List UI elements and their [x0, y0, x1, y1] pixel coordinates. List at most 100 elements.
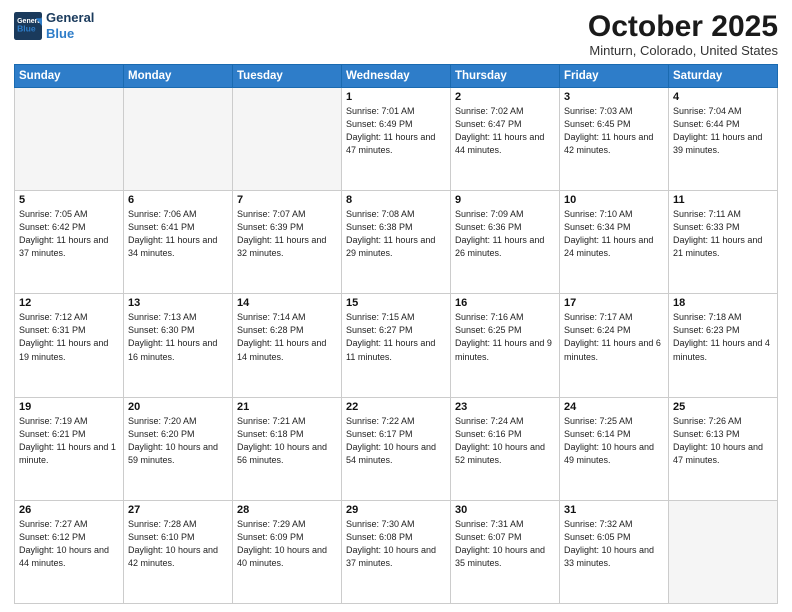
day-info: Sunrise: 7:31 AMSunset: 6:07 PMDaylight:… — [455, 518, 555, 570]
day-info: Sunrise: 7:27 AMSunset: 6:12 PMDaylight:… — [19, 518, 119, 570]
logo-line1: General — [46, 10, 94, 25]
calendar-week-row: 19Sunrise: 7:19 AMSunset: 6:21 PMDayligh… — [15, 397, 778, 500]
calendar-cell: 2 Sunrise: 7:02 AMSunset: 6:47 PMDaylight… — [451, 88, 560, 191]
header-row: SundayMondayTuesdayWednesdayThursdayFrid… — [15, 65, 778, 88]
calendar-cell: 15 Sunrise: 7:15 AMSunset: 6:27 PMDayligh… — [342, 294, 451, 397]
calendar-cell: 31 Sunrise: 7:32 AMSunset: 6:05 PMDayligh… — [560, 500, 669, 603]
calendar-cell: 20 Sunrise: 7:20 AMSunset: 6:20 PMDayligh… — [124, 397, 233, 500]
weekday-header: Sunday — [15, 65, 124, 88]
day-number: 17 — [564, 297, 664, 309]
day-info: Sunrise: 7:03 AMSunset: 6:45 PMDaylight:… — [564, 105, 664, 157]
calendar-cell: 17 Sunrise: 7:17 AMSunset: 6:24 PMDayligh… — [560, 294, 669, 397]
day-info: Sunrise: 7:15 AMSunset: 6:27 PMDaylight:… — [346, 311, 446, 363]
calendar-week-row: 26Sunrise: 7:27 AMSunset: 6:12 PMDayligh… — [15, 500, 778, 603]
calendar-cell: 28Sunrise: 7:29 AMSunset: 6:09 PMDayligh… — [233, 500, 342, 603]
day-info: Sunrise: 7:22 AMSunset: 6:17 PMDaylight:… — [346, 415, 446, 467]
day-number: 4 — [673, 91, 773, 103]
day-info: Sunrise: 7:06 AMSunset: 6:41 PMDaylight:… — [128, 208, 228, 260]
day-info: Sunrise: 7:01 AMSunset: 6:49 PMDaylight:… — [346, 105, 446, 157]
weekday-header: Friday — [560, 65, 669, 88]
calendar-cell: 29 Sunrise: 7:30 AMSunset: 6:08 PMDayligh… — [342, 500, 451, 603]
day-number: 27 — [128, 504, 228, 516]
calendar-cell: 23 Sunrise: 7:24 AMSunset: 6:16 PMDayligh… — [451, 397, 560, 500]
calendar-cell: 9Sunrise: 7:09 AMSunset: 6:36 PMDaylight… — [451, 191, 560, 294]
day-info: Sunrise: 7:21 AMSunset: 6:18 PMDaylight:… — [237, 415, 337, 467]
day-info: Sunrise: 7:18 AMSunset: 6:23 PMDaylight:… — [673, 311, 773, 363]
calendar-cell: 16Sunrise: 7:16 AMSunset: 6:25 PMDayligh… — [451, 294, 560, 397]
calendar-cell: 7Sunrise: 7:07 AMSunset: 6:39 PMDaylight… — [233, 191, 342, 294]
calendar-week-row: 12 Sunrise: 7:12 AMSunset: 6:31 PMDayligh… — [15, 294, 778, 397]
calendar-cell — [233, 88, 342, 191]
calendar-cell: 12 Sunrise: 7:12 AMSunset: 6:31 PMDayligh… — [15, 294, 124, 397]
day-number: 11 — [673, 194, 773, 206]
logo-text: General Blue — [46, 10, 94, 41]
day-info: Sunrise: 7:24 AMSunset: 6:16 PMDaylight:… — [455, 415, 555, 467]
calendar-cell: 6 Sunrise: 7:06 AMSunset: 6:41 PMDaylight… — [124, 191, 233, 294]
day-info: Sunrise: 7:12 AMSunset: 6:31 PMDaylight:… — [19, 311, 119, 363]
day-number: 6 — [128, 194, 228, 206]
day-number: 30 — [455, 504, 555, 516]
calendar-cell: 22Sunrise: 7:22 AMSunset: 6:17 PMDayligh… — [342, 397, 451, 500]
day-info: Sunrise: 7:17 AMSunset: 6:24 PMDaylight:… — [564, 311, 664, 363]
weekday-header: Saturday — [669, 65, 778, 88]
day-info: Sunrise: 7:09 AMSunset: 6:36 PMDaylight:… — [455, 208, 555, 260]
calendar-cell: 24Sunrise: 7:25 AMSunset: 6:14 PMDayligh… — [560, 397, 669, 500]
day-number: 25 — [673, 401, 773, 413]
day-number: 19 — [19, 401, 119, 413]
weekday-header: Monday — [124, 65, 233, 88]
calendar-week-row: 1 Sunrise: 7:01 AMSunset: 6:49 PMDaylight… — [15, 88, 778, 191]
weekday-header: Thursday — [451, 65, 560, 88]
calendar-cell: 1 Sunrise: 7:01 AMSunset: 6:49 PMDaylight… — [342, 88, 451, 191]
day-number: 28 — [237, 504, 337, 516]
day-info: Sunrise: 7:10 AMSunset: 6:34 PMDaylight:… — [564, 208, 664, 260]
calendar-cell: 10Sunrise: 7:10 AMSunset: 6:34 PMDayligh… — [560, 191, 669, 294]
day-info: Sunrise: 7:16 AMSunset: 6:25 PMDaylight:… — [455, 311, 555, 363]
calendar-cell: 11 Sunrise: 7:11 AMSunset: 6:33 PMDayligh… — [669, 191, 778, 294]
calendar-cell: 26Sunrise: 7:27 AMSunset: 6:12 PMDayligh… — [15, 500, 124, 603]
calendar-cell: 3Sunrise: 7:03 AMSunset: 6:45 PMDaylight… — [560, 88, 669, 191]
calendar-cell: 25 Sunrise: 7:26 AMSunset: 6:13 PMDayligh… — [669, 397, 778, 500]
day-number: 23 — [455, 401, 555, 413]
day-number: 24 — [564, 401, 664, 413]
logo-icon: General Blue — [14, 12, 42, 40]
calendar-cell: 30 Sunrise: 7:31 AMSunset: 6:07 PMDayligh… — [451, 500, 560, 603]
calendar-week-row: 5 Sunrise: 7:05 AMSunset: 6:42 PMDaylight… — [15, 191, 778, 294]
day-number: 12 — [19, 297, 119, 309]
calendar-cell — [669, 500, 778, 603]
calendar-cell — [124, 88, 233, 191]
logo-line2: Blue — [46, 26, 74, 41]
day-number: 8 — [346, 194, 446, 206]
day-info: Sunrise: 7:30 AMSunset: 6:08 PMDaylight:… — [346, 518, 446, 570]
weekday-header: Tuesday — [233, 65, 342, 88]
day-info: Sunrise: 7:11 AMSunset: 6:33 PMDaylight:… — [673, 208, 773, 260]
day-info: Sunrise: 7:20 AMSunset: 6:20 PMDaylight:… — [128, 415, 228, 467]
calendar-cell: 14Sunrise: 7:14 AMSunset: 6:28 PMDayligh… — [233, 294, 342, 397]
day-number: 5 — [19, 194, 119, 206]
day-number: 31 — [564, 504, 664, 516]
day-info: Sunrise: 7:32 AMSunset: 6:05 PMDaylight:… — [564, 518, 664, 570]
title-block: October 2025 Minturn, Colorado, United S… — [588, 10, 778, 58]
day-number: 20 — [128, 401, 228, 413]
svg-text:Blue: Blue — [17, 23, 36, 33]
calendar-cell: 8 Sunrise: 7:08 AMSunset: 6:38 PMDaylight… — [342, 191, 451, 294]
day-number: 2 — [455, 91, 555, 103]
day-number: 14 — [237, 297, 337, 309]
day-info: Sunrise: 7:05 AMSunset: 6:42 PMDaylight:… — [19, 208, 119, 260]
day-number: 21 — [237, 401, 337, 413]
day-info: Sunrise: 7:26 AMSunset: 6:13 PMDaylight:… — [673, 415, 773, 467]
calendar-cell: 19Sunrise: 7:19 AMSunset: 6:21 PMDayligh… — [15, 397, 124, 500]
calendar-cell — [15, 88, 124, 191]
calendar: SundayMondayTuesdayWednesdayThursdayFrid… — [14, 64, 778, 604]
calendar-cell: 4 Sunrise: 7:04 AMSunset: 6:44 PMDaylight… — [669, 88, 778, 191]
day-info: Sunrise: 7:07 AMSunset: 6:39 PMDaylight:… — [237, 208, 337, 260]
day-number: 29 — [346, 504, 446, 516]
day-info: Sunrise: 7:04 AMSunset: 6:44 PMDaylight:… — [673, 105, 773, 157]
day-info: Sunrise: 7:28 AMSunset: 6:10 PMDaylight:… — [128, 518, 228, 570]
day-info: Sunrise: 7:02 AMSunset: 6:47 PMDaylight:… — [455, 105, 555, 157]
day-number: 1 — [346, 91, 446, 103]
day-info: Sunrise: 7:08 AMSunset: 6:38 PMDaylight:… — [346, 208, 446, 260]
weekday-header: Wednesday — [342, 65, 451, 88]
day-number: 15 — [346, 297, 446, 309]
calendar-cell: 5 Sunrise: 7:05 AMSunset: 6:42 PMDaylight… — [15, 191, 124, 294]
header: General Blue General Blue October 2025 M… — [14, 10, 778, 58]
